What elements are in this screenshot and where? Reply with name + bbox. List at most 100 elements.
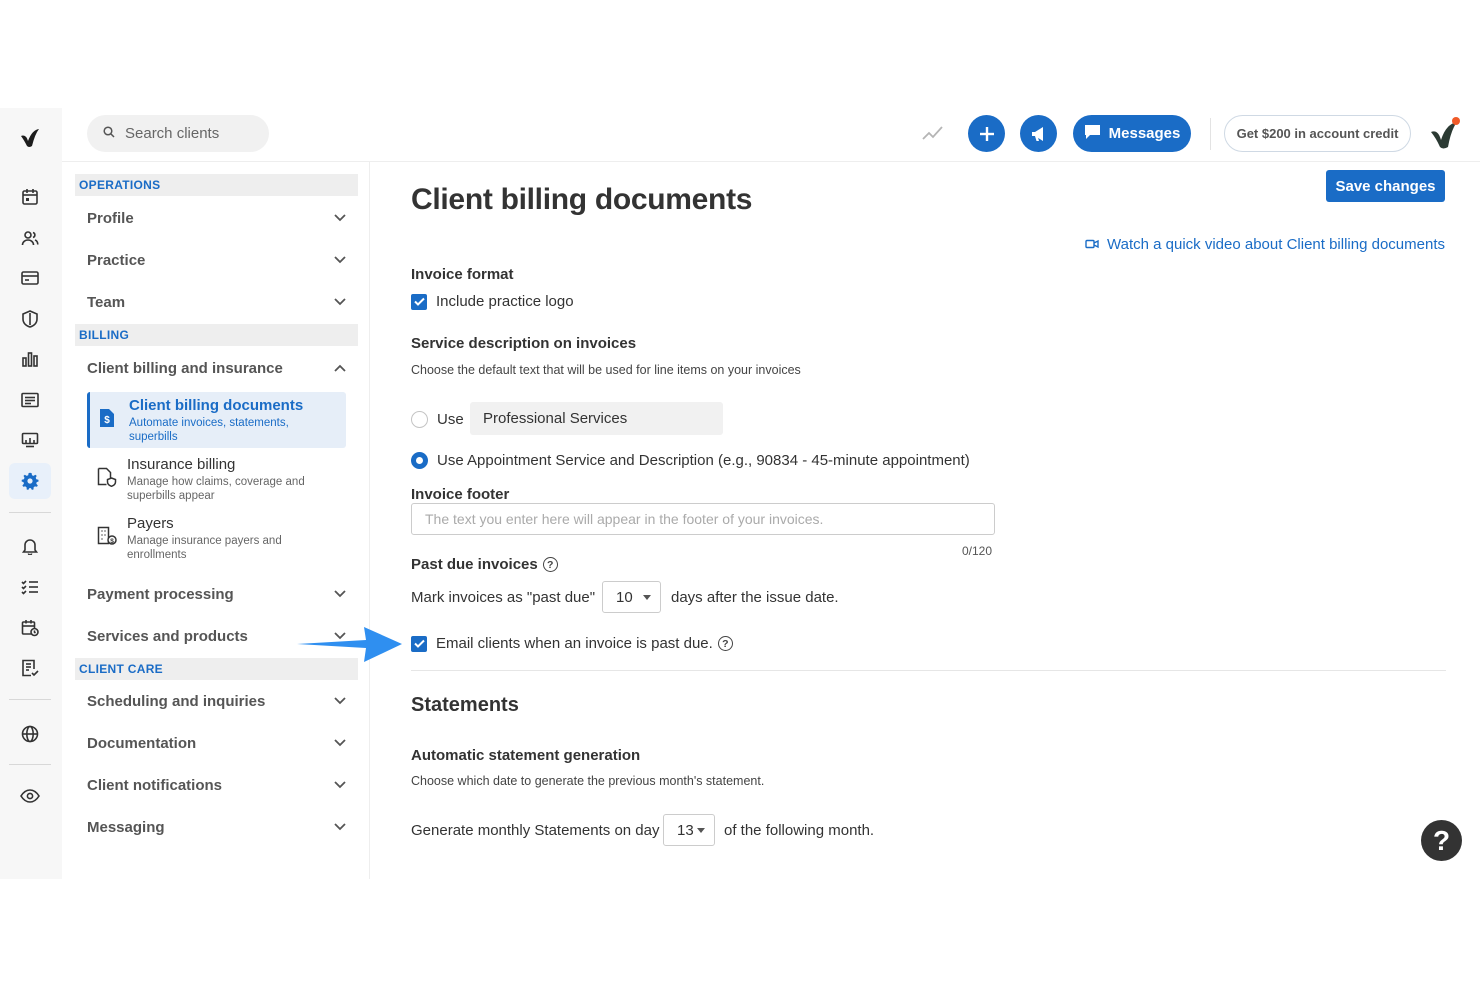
past-due-days-value: 10	[616, 588, 633, 606]
rail-divider	[9, 512, 51, 513]
save-changes-button[interactable]: Save changes	[1326, 170, 1445, 202]
user-avatar[interactable]	[1426, 116, 1462, 157]
use-label: Use	[437, 411, 464, 428]
nav-scheduling-label: Scheduling and inquiries	[87, 692, 266, 710]
subnav-title: Client billing documents	[129, 397, 304, 414]
past-due-heading: Past due invoices ?	[411, 556, 558, 573]
invoice-dollar-icon: $	[99, 408, 119, 432]
section-head-billing: BILLING	[75, 324, 358, 346]
billing-card-icon[interactable]	[9, 260, 51, 296]
calendar-icon[interactable]	[9, 179, 51, 215]
calendar-clock-icon[interactable]	[9, 610, 51, 646]
include-logo-checkbox[interactable]	[411, 293, 427, 310]
icon-rail	[0, 108, 62, 879]
nav-team-label: Team	[87, 293, 126, 311]
search-icon	[103, 125, 115, 143]
logo-icon[interactable]	[9, 120, 51, 156]
subnav-title: Payers	[127, 515, 174, 532]
subnav-desc: Manage how claims, coverage and superbil…	[127, 476, 305, 502]
nav-profile-label: Profile	[87, 209, 134, 227]
nav-documentation-label: Documentation	[87, 734, 197, 752]
email-past-due-checkbox[interactable]	[411, 635, 427, 652]
chevron-down-icon	[333, 820, 347, 834]
service-description-help: Choose the default text that will be use…	[411, 363, 801, 377]
chevron-down-icon	[333, 778, 347, 792]
past-due-days-select[interactable]: 10	[602, 581, 661, 613]
statement-day-value: 13	[677, 821, 694, 839]
help-question-icon[interactable]: ?	[717, 636, 733, 651]
settings-gear-icon[interactable]	[9, 463, 51, 499]
video-camera-icon	[1085, 236, 1099, 253]
search-input[interactable]: Search clients	[87, 115, 269, 152]
watch-video-link[interactable]: Watch a quick video about Client billing…	[1085, 236, 1445, 253]
nav-practice[interactable]: Practice	[87, 244, 347, 276]
use-custom-service-radio[interactable]	[411, 411, 428, 428]
chevron-down-icon	[333, 736, 347, 750]
nav-documentation[interactable]: Documentation	[87, 727, 347, 759]
reports-icon[interactable]	[9, 650, 51, 686]
watch-video-label: Watch a quick video about Client billing…	[1107, 236, 1445, 253]
annotation-arrow-icon	[297, 627, 402, 662]
bell-icon[interactable]	[9, 528, 51, 564]
use-appointment-service-option[interactable]: Use Appointment Service and Description …	[411, 452, 970, 469]
insurance-shield-icon[interactable]	[9, 301, 51, 337]
nav-team[interactable]: Team	[87, 286, 347, 318]
email-past-due-label: Email clients when an invoice is past du…	[436, 635, 713, 652]
messages-button[interactable]: Messages	[1073, 115, 1191, 152]
svg-text:$: $	[110, 538, 114, 545]
chevron-down-icon	[333, 694, 347, 708]
statement-day-select[interactable]: 13	[663, 814, 715, 846]
subnav-insurance-billing[interactable]: Insurance billing Manage how claims, cov…	[87, 451, 346, 507]
chevron-down-icon	[333, 253, 347, 267]
topbar-separator	[1210, 118, 1211, 150]
svg-text:$: $	[104, 415, 110, 426]
nav-payment-processing[interactable]: Payment processing	[87, 578, 347, 610]
subnav-client-billing-documents[interactable]: $ Client billing documents Automate invo…	[87, 392, 346, 448]
nav-client-notifications-label: Client notifications	[87, 776, 222, 794]
nav-messaging-label: Messaging	[87, 818, 165, 836]
globe-icon[interactable]	[9, 716, 51, 752]
tasks-icon[interactable]	[9, 569, 51, 605]
use-appointment-service-radio[interactable]	[411, 452, 428, 469]
nav-profile[interactable]: Profile	[87, 202, 347, 234]
analytics-icon[interactable]	[9, 341, 51, 377]
invoice-footer-input[interactable]: The text you enter here will appear in t…	[411, 503, 995, 535]
subnav-desc: Automate invoices, statements, superbill…	[129, 417, 289, 443]
page-title: Client billing documents	[411, 183, 753, 216]
account-credit-button[interactable]: Get $200 in account credit	[1224, 115, 1411, 152]
nav-scheduling[interactable]: Scheduling and inquiries	[87, 685, 347, 717]
service-description-input[interactable]: Professional Services	[470, 402, 723, 435]
eye-icon[interactable]	[9, 778, 51, 814]
section-head-operations: OPERATIONS	[75, 174, 358, 196]
help-button[interactable]: ?	[1421, 820, 1462, 861]
payer-building-icon: $	[97, 526, 117, 550]
rail-divider	[9, 699, 51, 700]
chevron-down-icon	[333, 295, 347, 309]
mark-past-due-suffix: days after the issue date.	[671, 589, 839, 606]
include-logo-label: Include practice logo	[436, 293, 574, 310]
nav-practice-label: Practice	[87, 251, 146, 269]
statements-heading: Statements	[411, 694, 519, 716]
clients-icon[interactable]	[9, 220, 51, 256]
app-window: Search clients Messages Get $200 in acco…	[0, 108, 1480, 879]
use-custom-service-option[interactable]: Use	[411, 411, 464, 428]
invoice-footer-label: Invoice footer	[411, 486, 510, 503]
caret-down-icon	[643, 594, 651, 600]
trend-icon[interactable]	[922, 125, 944, 146]
email-past-due-row[interactable]: Email clients when an invoice is past du…	[411, 635, 733, 652]
nav-client-notifications[interactable]: Client notifications	[87, 769, 347, 801]
section-divider	[411, 670, 1446, 671]
insurance-document-icon	[97, 467, 117, 491]
nav-messaging[interactable]: Messaging	[87, 811, 347, 843]
documents-icon[interactable]	[9, 382, 51, 418]
search-placeholder: Search clients	[125, 125, 220, 142]
include-logo-row[interactable]: Include practice logo	[411, 293, 574, 310]
nav-services-products-label: Services and products	[87, 627, 248, 645]
subnav-payers[interactable]: $ Payers Manage insurance payers and enr…	[87, 510, 346, 566]
caret-down-icon	[697, 827, 705, 833]
marketplace-icon[interactable]	[9, 422, 51, 458]
announcements-megaphone-button[interactable]	[1020, 115, 1057, 152]
help-question-icon[interactable]: ?	[542, 557, 558, 572]
nav-client-billing-insurance[interactable]: Client billing and insurance	[87, 352, 347, 384]
create-plus-button[interactable]	[968, 115, 1005, 152]
